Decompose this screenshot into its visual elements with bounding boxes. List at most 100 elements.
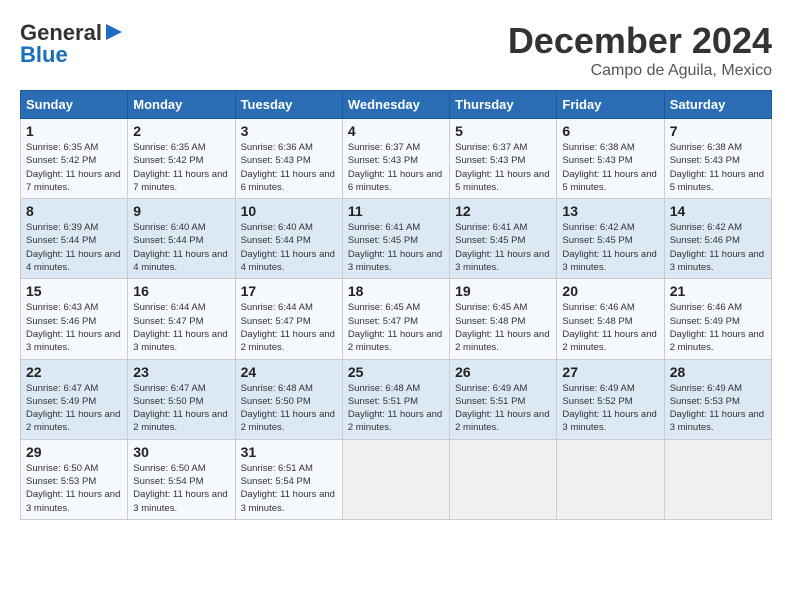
calendar-cell: 2 Sunrise: 6:35 AMSunset: 5:42 PMDaylight…: [128, 119, 235, 199]
calendar-cell: 27 Sunrise: 6:49 AMSunset: 5:52 PMDayligh…: [557, 359, 664, 439]
day-number: 28: [670, 364, 766, 380]
calendar-cell: 16 Sunrise: 6:44 AMSunset: 5:47 PMDayligh…: [128, 279, 235, 359]
day-number: 11: [348, 203, 444, 219]
day-info: Sunrise: 6:44 AMSunset: 5:47 PMDaylight:…: [241, 301, 337, 354]
day-info: Sunrise: 6:50 AMSunset: 5:53 PMDaylight:…: [26, 462, 122, 515]
calendar-cell: 24 Sunrise: 6:48 AMSunset: 5:50 PMDayligh…: [235, 359, 342, 439]
day-number: 4: [348, 123, 444, 139]
calendar-cell: 13 Sunrise: 6:42 AMSunset: 5:45 PMDayligh…: [557, 199, 664, 279]
day-info: Sunrise: 6:49 AMSunset: 5:51 PMDaylight:…: [455, 382, 551, 435]
calendar-cell: 5 Sunrise: 6:37 AMSunset: 5:43 PMDaylight…: [450, 119, 557, 199]
weekday-header-saturday: Saturday: [664, 91, 771, 119]
day-number: 26: [455, 364, 551, 380]
calendar-week-row: 15 Sunrise: 6:43 AMSunset: 5:46 PMDayligh…: [21, 279, 772, 359]
weekday-header-thursday: Thursday: [450, 91, 557, 119]
calendar-cell: 31 Sunrise: 6:51 AMSunset: 5:54 PMDayligh…: [235, 439, 342, 519]
calendar-cell: 15 Sunrise: 6:43 AMSunset: 5:46 PMDayligh…: [21, 279, 128, 359]
day-number: 29: [26, 444, 122, 460]
title-block: December 2024 Campo de Aguila, Mexico: [508, 20, 772, 80]
day-info: Sunrise: 6:44 AMSunset: 5:47 PMDaylight:…: [133, 301, 229, 354]
day-number: 15: [26, 283, 122, 299]
day-info: Sunrise: 6:42 AMSunset: 5:46 PMDaylight:…: [670, 221, 766, 274]
day-info: Sunrise: 6:49 AMSunset: 5:53 PMDaylight:…: [670, 382, 766, 435]
day-number: 14: [670, 203, 766, 219]
day-info: Sunrise: 6:48 AMSunset: 5:51 PMDaylight:…: [348, 382, 444, 435]
day-info: Sunrise: 6:51 AMSunset: 5:54 PMDaylight:…: [241, 462, 337, 515]
day-info: Sunrise: 6:47 AMSunset: 5:49 PMDaylight:…: [26, 382, 122, 435]
day-number: 3: [241, 123, 337, 139]
day-number: 12: [455, 203, 551, 219]
day-info: Sunrise: 6:42 AMSunset: 5:45 PMDaylight:…: [562, 221, 658, 274]
day-number: 27: [562, 364, 658, 380]
day-info: Sunrise: 6:49 AMSunset: 5:52 PMDaylight:…: [562, 382, 658, 435]
day-number: 7: [670, 123, 766, 139]
day-number: 21: [670, 283, 766, 299]
day-number: 24: [241, 364, 337, 380]
calendar-cell: 19 Sunrise: 6:45 AMSunset: 5:48 PMDayligh…: [450, 279, 557, 359]
day-number: 20: [562, 283, 658, 299]
day-number: 25: [348, 364, 444, 380]
calendar-cell: 23Sunrise: 6:47 AMSunset: 5:50 PMDayligh…: [128, 359, 235, 439]
day-number: 1: [26, 123, 122, 139]
calendar-cell: [557, 439, 664, 519]
calendar-cell: 22 Sunrise: 6:47 AMSunset: 5:49 PMDayligh…: [21, 359, 128, 439]
day-number: 19: [455, 283, 551, 299]
day-number: 17: [241, 283, 337, 299]
day-info: Sunrise: 6:46 AMSunset: 5:49 PMDaylight:…: [670, 301, 766, 354]
weekday-header-monday: Monday: [128, 91, 235, 119]
calendar-cell: 4Sunrise: 6:37 AMSunset: 5:43 PMDaylight…: [342, 119, 449, 199]
calendar-cell: 12Sunrise: 6:41 AMSunset: 5:45 PMDayligh…: [450, 199, 557, 279]
day-number: 10: [241, 203, 337, 219]
weekday-header-sunday: Sunday: [21, 91, 128, 119]
day-info: Sunrise: 6:36 AMSunset: 5:43 PMDaylight:…: [241, 141, 337, 194]
weekday-header-wednesday: Wednesday: [342, 91, 449, 119]
day-number: 13: [562, 203, 658, 219]
calendar-cell: 26 Sunrise: 6:49 AMSunset: 5:51 PMDayligh…: [450, 359, 557, 439]
day-info: Sunrise: 6:35 AMSunset: 5:42 PMDaylight:…: [133, 141, 229, 194]
calendar-cell: 7 Sunrise: 6:38 AMSunset: 5:43 PMDaylight…: [664, 119, 771, 199]
day-info: Sunrise: 6:48 AMSunset: 5:50 PMDaylight:…: [241, 382, 337, 435]
calendar-cell: 14 Sunrise: 6:42 AMSunset: 5:46 PMDayligh…: [664, 199, 771, 279]
weekday-header-friday: Friday: [557, 91, 664, 119]
calendar-cell: 29 Sunrise: 6:50 AMSunset: 5:53 PMDayligh…: [21, 439, 128, 519]
calendar-cell: [450, 439, 557, 519]
day-number: 8: [26, 203, 122, 219]
day-info: Sunrise: 6:38 AMSunset: 5:43 PMDaylight:…: [670, 141, 766, 194]
day-info: Sunrise: 6:45 AMSunset: 5:47 PMDaylight:…: [348, 301, 444, 354]
weekday-header-tuesday: Tuesday: [235, 91, 342, 119]
calendar-cell: 20 Sunrise: 6:46 AMSunset: 5:48 PMDayligh…: [557, 279, 664, 359]
day-number: 16: [133, 283, 229, 299]
day-info: Sunrise: 6:50 AMSunset: 5:54 PMDaylight:…: [133, 462, 229, 515]
calendar-cell: 25 Sunrise: 6:48 AMSunset: 5:51 PMDayligh…: [342, 359, 449, 439]
day-info: Sunrise: 6:38 AMSunset: 5:43 PMDaylight:…: [562, 141, 658, 194]
day-number: 5: [455, 123, 551, 139]
logo-blue: Blue: [20, 42, 68, 68]
day-number: 22: [26, 364, 122, 380]
calendar-week-row: 22 Sunrise: 6:47 AMSunset: 5:49 PMDayligh…: [21, 359, 772, 439]
day-info: Sunrise: 6:41 AMSunset: 5:45 PMDaylight:…: [348, 221, 444, 274]
day-info: Sunrise: 6:39 AMSunset: 5:44 PMDaylight:…: [26, 221, 122, 274]
day-info: Sunrise: 6:47 AMSunset: 5:50 PMDaylight:…: [133, 382, 229, 435]
calendar-cell: 30Sunrise: 6:50 AMSunset: 5:54 PMDayligh…: [128, 439, 235, 519]
calendar-cell: [342, 439, 449, 519]
calendar-table: SundayMondayTuesdayWednesdayThursdayFrid…: [20, 90, 772, 520]
day-info: Sunrise: 6:40 AMSunset: 5:44 PMDaylight:…: [133, 221, 229, 274]
day-info: Sunrise: 6:45 AMSunset: 5:48 PMDaylight:…: [455, 301, 551, 354]
calendar-cell: [664, 439, 771, 519]
calendar-cell: 8 Sunrise: 6:39 AMSunset: 5:44 PMDaylight…: [21, 199, 128, 279]
day-number: 2: [133, 123, 229, 139]
calendar-week-row: 8 Sunrise: 6:39 AMSunset: 5:44 PMDaylight…: [21, 199, 772, 279]
day-info: Sunrise: 6:40 AMSunset: 5:44 PMDaylight:…: [241, 221, 337, 274]
calendar-cell: 1 Sunrise: 6:35 AMSunset: 5:42 PMDaylight…: [21, 119, 128, 199]
calendar-cell: 10 Sunrise: 6:40 AMSunset: 5:44 PMDayligh…: [235, 199, 342, 279]
day-number: 18: [348, 283, 444, 299]
day-info: Sunrise: 6:37 AMSunset: 5:43 PMDaylight:…: [455, 141, 551, 194]
day-number: 31: [241, 444, 337, 460]
day-info: Sunrise: 6:46 AMSunset: 5:48 PMDaylight:…: [562, 301, 658, 354]
calendar-cell: 18 Sunrise: 6:45 AMSunset: 5:47 PMDayligh…: [342, 279, 449, 359]
day-info: Sunrise: 6:43 AMSunset: 5:46 PMDaylight:…: [26, 301, 122, 354]
calendar-cell: 28 Sunrise: 6:49 AMSunset: 5:53 PMDayligh…: [664, 359, 771, 439]
location: Campo de Aguila, Mexico: [508, 62, 772, 80]
day-number: 6: [562, 123, 658, 139]
day-info: Sunrise: 6:35 AMSunset: 5:42 PMDaylight:…: [26, 141, 122, 194]
